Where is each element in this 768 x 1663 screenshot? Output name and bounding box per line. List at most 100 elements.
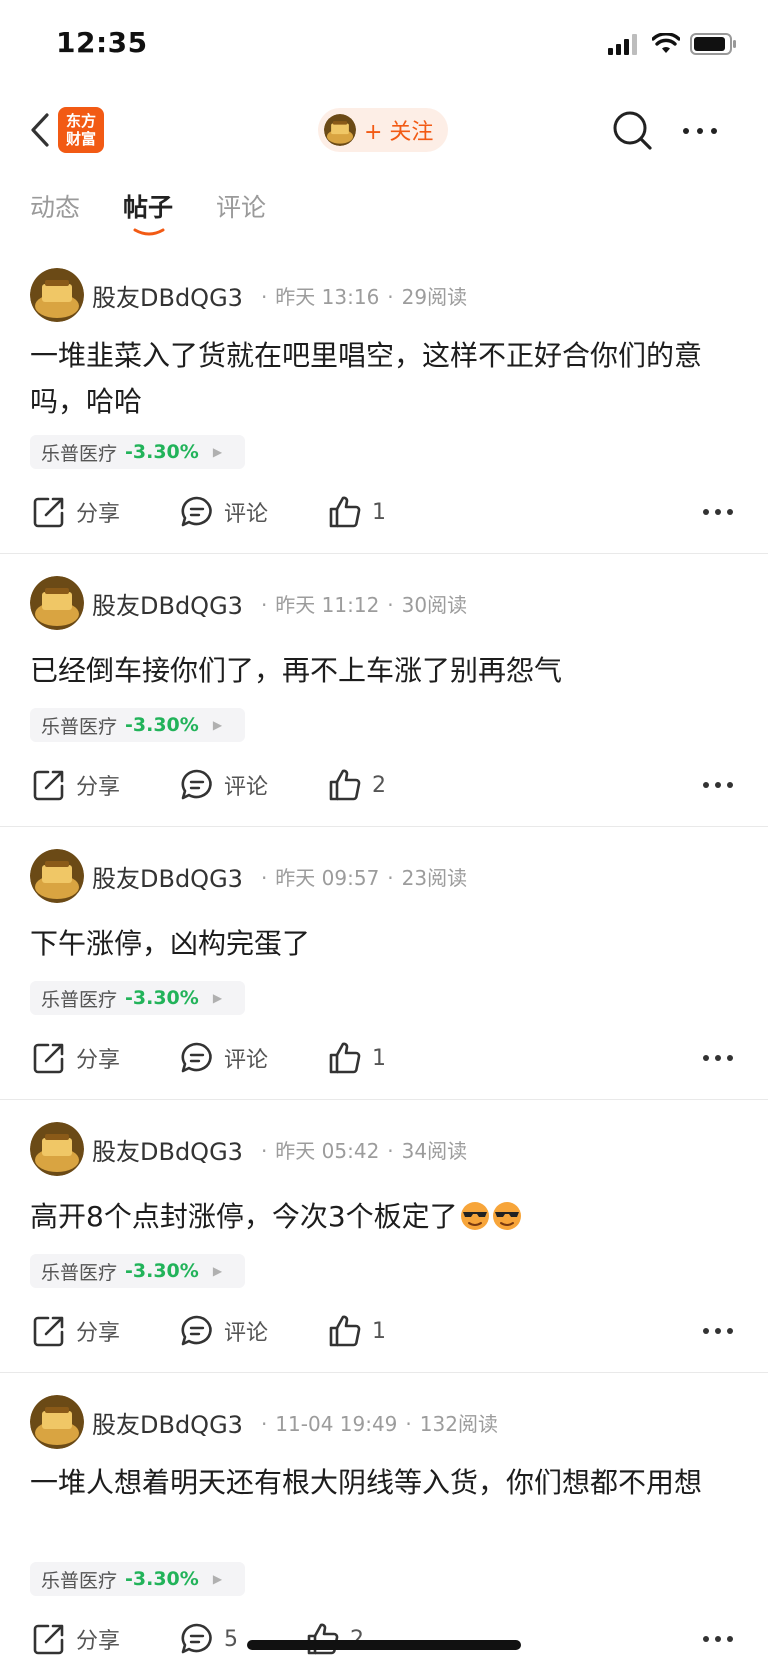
comment-button[interactable]: 5 bbox=[180, 1614, 238, 1663]
more-icon[interactable] bbox=[700, 1316, 736, 1346]
share-label: 分享 bbox=[76, 775, 121, 800]
more-icon[interactable] bbox=[700, 1624, 736, 1654]
more-menu-button[interactable] bbox=[680, 116, 720, 146]
share-icon bbox=[33, 497, 64, 528]
share-label: 分享 bbox=[76, 1048, 121, 1073]
sunglasses-emoji-icon bbox=[460, 1202, 489, 1230]
share-button[interactable]: 分享 bbox=[32, 1306, 120, 1356]
post-text[interactable]: 下午涨停，凶构完蛋了 bbox=[30, 921, 738, 967]
post-item[interactable]: 股友DBdQG3 · 昨天 05:42 · 34阅读 高开8个点封涨停，今次3个板定了… bbox=[0, 1099, 768, 1373]
author-name[interactable]: 股友DBdQG3 bbox=[92, 859, 243, 894]
tab-bar: 动态 帖子 评论 bbox=[0, 180, 768, 240]
stock-tag[interactable]: 乐普医疗 -3.30% ▶ bbox=[30, 1254, 245, 1288]
avatar[interactable] bbox=[30, 1122, 84, 1176]
logo-line1: 东方 bbox=[65, 112, 96, 130]
more-icon[interactable] bbox=[700, 770, 736, 800]
author-name[interactable]: 股友DBdQG3 bbox=[92, 586, 243, 621]
stock-change: -3.30% bbox=[125, 714, 199, 736]
comment-button[interactable]: 评论 bbox=[180, 760, 268, 810]
stock-name: 乐普医疗 bbox=[41, 1261, 118, 1284]
post-time: 昨天 13:16 bbox=[275, 284, 380, 309]
read-count: 30阅读 bbox=[401, 592, 468, 617]
comment-icon bbox=[181, 1623, 212, 1654]
post-meta: · 昨天 11:12 · 30阅读 bbox=[260, 592, 468, 617]
author-name[interactable]: 股友DBdQG3 bbox=[92, 278, 243, 313]
like-count: 1 bbox=[372, 499, 386, 525]
share-button[interactable]: 分享 bbox=[32, 760, 120, 810]
avatar[interactable] bbox=[30, 849, 84, 903]
post-header: 股友DBdQG3 · 昨天 11:12 · 30阅读 bbox=[30, 575, 467, 631]
share-icon bbox=[33, 770, 64, 801]
chevron-left-icon bbox=[31, 113, 49, 147]
home-indicator[interactable] bbox=[247, 1640, 521, 1650]
read-count: 34阅读 bbox=[401, 1138, 468, 1163]
post-item[interactable]: 股友DBdQG3 · 昨天 11:12 · 30阅读 已经倒车接你们了，再不上车涨了别… bbox=[0, 553, 768, 827]
like-button[interactable]: 1 bbox=[328, 487, 386, 537]
tab-dynamic[interactable]: 动态 bbox=[30, 188, 80, 224]
like-button[interactable]: 2 bbox=[306, 1614, 364, 1663]
logo-line2: 财富 bbox=[65, 130, 96, 148]
like-button[interactable]: 1 bbox=[328, 1033, 386, 1083]
more-icon bbox=[683, 128, 717, 134]
sunglasses-emoji-icon bbox=[492, 1202, 521, 1230]
stock-change: -3.30% bbox=[125, 987, 199, 1009]
more-icon[interactable] bbox=[700, 497, 736, 527]
app-logo[interactable]: 东方 财富 bbox=[58, 107, 104, 153]
post-actions: 分享 评论 1 bbox=[0, 1033, 768, 1083]
avatar[interactable] bbox=[30, 1395, 84, 1449]
stock-tag[interactable]: 乐普医疗 -3.30% ▶ bbox=[30, 1562, 245, 1596]
comment-button[interactable]: 评论 bbox=[180, 1033, 268, 1083]
thumbs-up-icon bbox=[329, 769, 361, 801]
stock-change: -3.30% bbox=[125, 1568, 199, 1590]
comment-icon bbox=[181, 1315, 212, 1346]
post-item[interactable]: 股友DBdQG3 · 昨天 09:57 · 23阅读 下午涨停，凶构完蛋了 乐普医疗 … bbox=[0, 826, 768, 1100]
stock-name: 乐普医疗 bbox=[41, 442, 118, 465]
comment-label: 评论 bbox=[224, 1321, 269, 1346]
author-name[interactable]: 股友DBdQG3 bbox=[92, 1132, 243, 1167]
comment-button[interactable]: 评论 bbox=[180, 487, 268, 537]
share-button[interactable]: 分享 bbox=[32, 1033, 120, 1083]
avatar[interactable] bbox=[30, 268, 84, 322]
share-icon bbox=[33, 1624, 64, 1655]
like-button[interactable]: 1 bbox=[328, 1306, 386, 1356]
follow-button[interactable]: + 关注 bbox=[318, 108, 448, 152]
share-button[interactable]: 分享 bbox=[32, 487, 120, 537]
stock-tag[interactable]: 乐普医疗 -3.30% ▶ bbox=[30, 435, 245, 469]
search-button[interactable] bbox=[610, 108, 656, 154]
post-text[interactable]: 已经倒车接你们了，再不上车涨了别再怨气 bbox=[30, 648, 738, 694]
thumbs-up-icon bbox=[329, 1042, 361, 1074]
like-button[interactable]: 2 bbox=[328, 760, 386, 810]
thumbs-up-icon bbox=[329, 496, 361, 528]
back-button[interactable] bbox=[22, 110, 58, 150]
post-text[interactable]: 高开8个点封涨停，今次3个板定了 bbox=[30, 1194, 738, 1240]
tab-active-indicator bbox=[133, 228, 165, 236]
author-name[interactable]: 股友DBdQG3 bbox=[92, 1405, 243, 1440]
post-text[interactable]: 一堆韭菜入了货就在吧里唱空，这样不正好合你们的意吗，哈哈 bbox=[30, 333, 738, 425]
stock-tag[interactable]: 乐普医疗 -3.30% ▶ bbox=[30, 708, 245, 742]
post-meta: · 昨天 05:42 · 34阅读 bbox=[260, 1138, 468, 1163]
post-item[interactable]: 股友DBdQG3 · 11-04 19:49 · 132阅读 一堆人想着明天还有根大阴… bbox=[0, 1372, 768, 1663]
tab-comments[interactable]: 评论 bbox=[216, 188, 266, 224]
read-count: 23阅读 bbox=[401, 865, 468, 890]
post-actions: 分享 评论 1 bbox=[0, 487, 768, 537]
more-icon[interactable] bbox=[700, 1043, 736, 1073]
post-meta: · 昨天 09:57 · 23阅读 bbox=[260, 865, 468, 890]
comment-label: 评论 bbox=[224, 1048, 269, 1073]
caret-right-icon: ▶ bbox=[212, 1264, 223, 1278]
post-item[interactable]: 股友DBdQG3 · 昨天 13:16 · 29阅读 一堆韭菜入了货就在吧里唱空，这样… bbox=[0, 245, 768, 554]
tab-posts[interactable]: 帖子 bbox=[123, 188, 173, 224]
like-count: 2 bbox=[372, 772, 386, 798]
follow-label: + 关注 bbox=[364, 120, 434, 145]
post-time: 昨天 11:12 bbox=[275, 592, 380, 617]
post-time: 昨天 09:57 bbox=[275, 865, 380, 890]
thumbs-up-icon bbox=[329, 1315, 361, 1347]
stock-tag[interactable]: 乐普医疗 -3.30% ▶ bbox=[30, 981, 245, 1015]
post-text-content: 高开8个点封涨停，今次3个板定了 bbox=[30, 1200, 458, 1233]
comment-button[interactable]: 评论 bbox=[180, 1306, 268, 1356]
read-count: 29阅读 bbox=[401, 284, 468, 309]
post-text[interactable]: 一堆人想着明天还有根大阴线等入货，你们想都不用想 bbox=[30, 1460, 738, 1506]
avatar[interactable] bbox=[30, 576, 84, 630]
share-button[interactable]: 分享 bbox=[32, 1614, 120, 1663]
post-header: 股友DBdQG3 · 昨天 09:57 · 23阅读 bbox=[30, 848, 467, 904]
post-actions: 分享 评论 2 bbox=[0, 760, 768, 810]
